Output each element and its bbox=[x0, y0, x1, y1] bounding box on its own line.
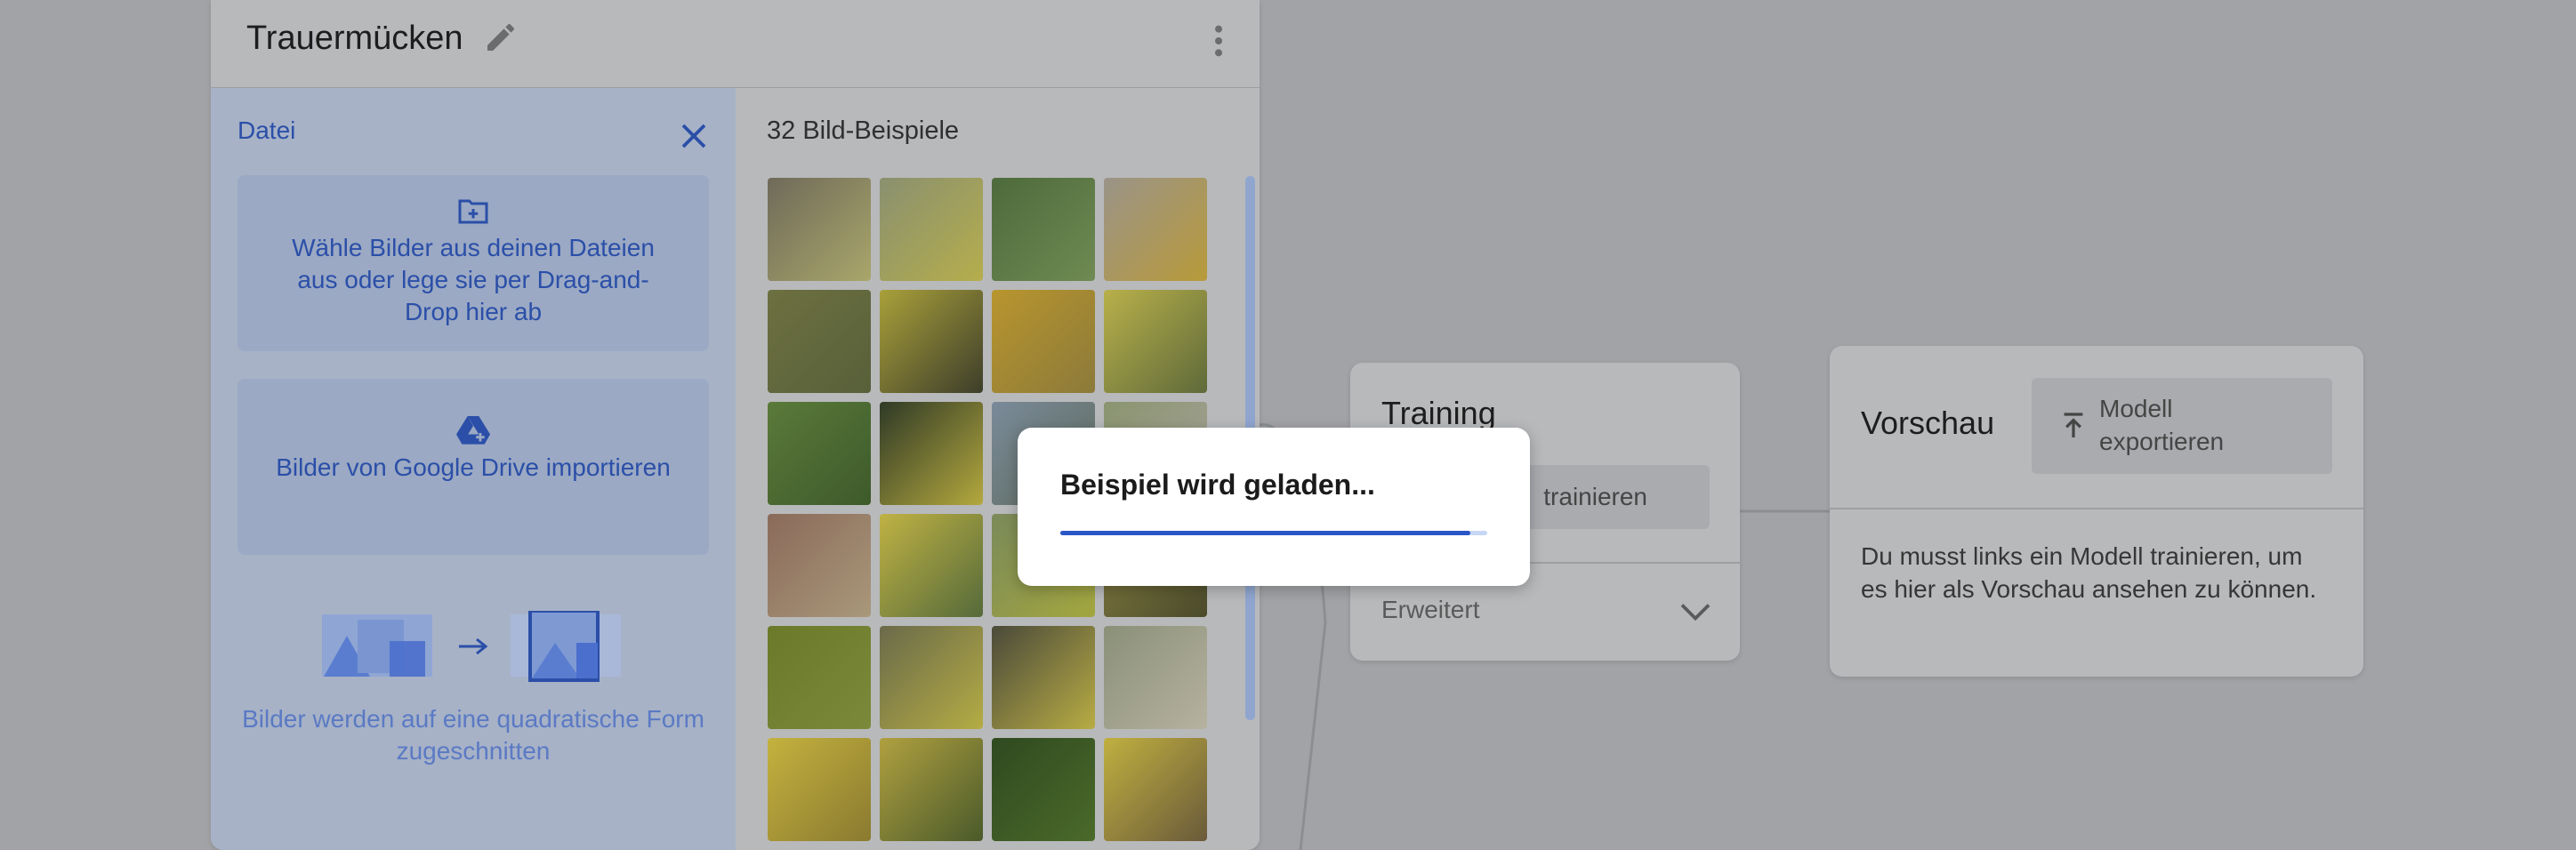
export-label: Modell exportieren bbox=[2099, 395, 2225, 455]
sample-thumbnail[interactable] bbox=[880, 514, 983, 617]
loading-text: Beispiel wird geladen... bbox=[1060, 469, 1375, 501]
loading-dialog: Beispiel wird geladen... bbox=[1018, 428, 1530, 586]
sample-thumbnail[interactable] bbox=[992, 738, 1095, 841]
sample-thumbnail[interactable] bbox=[880, 626, 983, 729]
advanced-toggle[interactable]: Erweitert bbox=[1381, 596, 1479, 624]
class-title[interactable]: Trauermücken bbox=[246, 20, 463, 58]
upload-pane: Datei Wähle Bilder aus deinen Dateien au… bbox=[211, 88, 736, 850]
sample-thumbnail[interactable] bbox=[880, 738, 983, 841]
sample-thumbnail[interactable] bbox=[992, 290, 1095, 393]
sample-thumbnail[interactable] bbox=[992, 178, 1095, 281]
google-drive-label: Bilder von Google Drive importieren bbox=[276, 453, 671, 481]
class-card-header: Trauermücken bbox=[211, 0, 1260, 89]
sample-thumbnail[interactable] bbox=[880, 178, 983, 281]
upload-icon bbox=[2064, 413, 2083, 437]
crop-note: Bilder werden auf eine quadratische Form… bbox=[242, 705, 704, 765]
preview-description: Du musst links ein Modell trainieren, um… bbox=[1861, 542, 2317, 603]
google-drive-icon bbox=[456, 415, 490, 445]
sample-thumbnail[interactable] bbox=[768, 514, 871, 617]
google-drive-button[interactable]: Bilder von Google Drive importieren bbox=[237, 379, 709, 555]
progress-bar bbox=[1060, 531, 1487, 535]
file-upload-button[interactable]: Wähle Bilder aus deinen Dateien aus oder… bbox=[237, 175, 709, 351]
sample-thumbnail[interactable] bbox=[768, 626, 871, 729]
gallery-title: 32 Bild-Beispiele bbox=[767, 116, 960, 145]
sample-thumbnail[interactable] bbox=[1104, 626, 1207, 729]
sample-thumbnail[interactable] bbox=[768, 178, 871, 281]
progress-fill bbox=[1060, 531, 1470, 535]
folder-add-icon bbox=[458, 199, 488, 224]
sample-thumbnail[interactable] bbox=[880, 290, 983, 393]
chevron-down-icon[interactable] bbox=[1679, 601, 1711, 622]
sample-thumbnail[interactable] bbox=[992, 626, 1095, 729]
upload-pane-title: Datei bbox=[237, 116, 296, 144]
class-card: Trauermücken Datei Wähle Bilder aus dein… bbox=[211, 0, 1260, 850]
file-upload-label: Wähle Bilder aus deinen Dateien aus oder… bbox=[292, 234, 655, 325]
sample-thumbnail[interactable] bbox=[1104, 290, 1207, 393]
pencil-icon[interactable] bbox=[483, 20, 519, 55]
export-model-button[interactable]: Modell exportieren bbox=[2032, 378, 2332, 474]
preview-card: Vorschau Modell exportieren Du musst lin… bbox=[1830, 346, 2363, 677]
sample-thumbnail[interactable] bbox=[880, 402, 983, 505]
crop-illustration bbox=[322, 611, 621, 682]
sample-thumbnail[interactable] bbox=[1104, 178, 1207, 281]
training-title: Training bbox=[1381, 395, 1496, 431]
divider bbox=[1830, 508, 2363, 509]
more-vert-icon[interactable] bbox=[1213, 23, 1224, 59]
sample-thumbnail[interactable] bbox=[768, 738, 871, 841]
sample-thumbnail[interactable] bbox=[768, 290, 871, 393]
sample-thumbnail[interactable] bbox=[768, 402, 871, 505]
preview-title: Vorschau bbox=[1861, 405, 1995, 441]
sample-thumbnail[interactable] bbox=[1104, 738, 1207, 841]
close-icon[interactable] bbox=[678, 120, 710, 152]
